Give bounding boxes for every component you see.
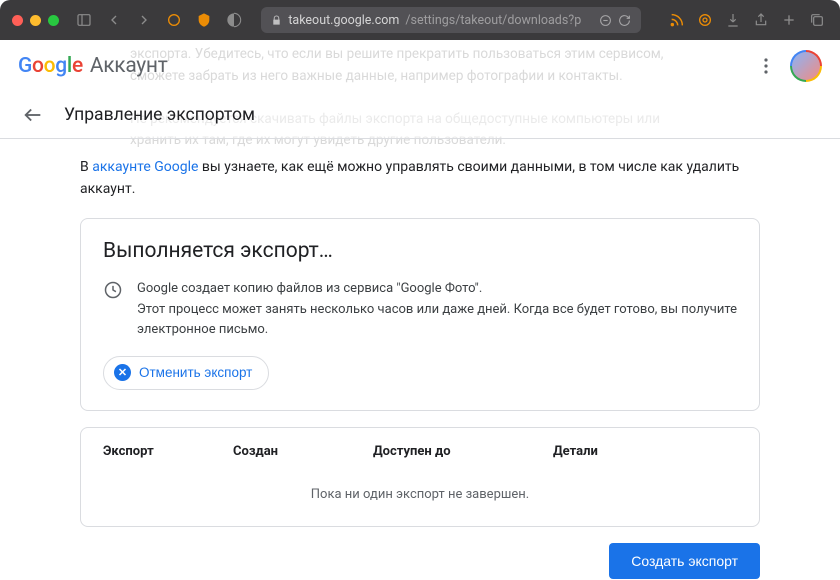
export-progress-card: Выполняется экспорт… Google создает копи… bbox=[80, 218, 760, 410]
adblock-icon[interactable] bbox=[193, 9, 215, 31]
reload-icon[interactable] bbox=[618, 14, 631, 27]
downloads-icon[interactable] bbox=[722, 9, 744, 31]
window-controls bbox=[12, 15, 59, 26]
more-options-icon[interactable] bbox=[754, 54, 778, 78]
privacy-icon[interactable] bbox=[223, 9, 245, 31]
progress-title: Выполняется экспорт… bbox=[103, 239, 737, 263]
cancel-x-icon: ✕ bbox=[114, 364, 131, 381]
lock-icon bbox=[271, 15, 282, 26]
url-path: /settings/takeout/downloads?p bbox=[405, 13, 581, 28]
intro-text: В аккаунте Google вы узнаете, как ещё мо… bbox=[80, 157, 760, 200]
maximize-window-icon[interactable] bbox=[48, 15, 59, 26]
reader-icon[interactable] bbox=[599, 14, 612, 27]
back-arrow-icon[interactable] bbox=[22, 104, 44, 126]
table-empty-text: Пока ни один экспорт не завершен. bbox=[103, 473, 737, 506]
extension-icon[interactable] bbox=[163, 9, 185, 31]
cancel-export-label: Отменить экспорт bbox=[139, 365, 252, 380]
address-bar[interactable]: takeout.google.com/settings/takeout/down… bbox=[261, 7, 641, 33]
back-icon[interactable] bbox=[103, 9, 125, 31]
sub-header: Управление экспортом bbox=[0, 90, 840, 139]
extension2-icon[interactable] bbox=[694, 9, 716, 31]
rss-icon[interactable] bbox=[666, 9, 688, 31]
create-export-button[interactable]: Создать экспорт bbox=[609, 543, 760, 579]
share-icon[interactable] bbox=[750, 9, 772, 31]
clock-icon bbox=[103, 280, 123, 300]
browser-toolbar: takeout.google.com/settings/takeout/down… bbox=[0, 0, 840, 40]
account-label: Аккаунт bbox=[90, 54, 168, 78]
google-header: Google Аккаунт bbox=[0, 40, 840, 90]
tabs-icon[interactable] bbox=[806, 9, 828, 31]
google-logo[interactable]: Google Аккаунт bbox=[18, 54, 168, 78]
exports-table: Экспорт Создан Доступен до Детали Пока н… bbox=[80, 427, 760, 527]
url-host: takeout.google.com bbox=[288, 13, 399, 28]
google-account-link[interactable]: аккаунте Google bbox=[92, 159, 198, 175]
progress-description: Google создает копию файлов из сервиса "… bbox=[137, 279, 737, 339]
col-export: Экспорт bbox=[103, 444, 233, 459]
forward-icon[interactable] bbox=[133, 9, 155, 31]
new-tab-icon[interactable] bbox=[778, 9, 800, 31]
col-details: Детали bbox=[553, 444, 737, 459]
col-created: Создан bbox=[233, 444, 373, 459]
page-title: Управление экспортом bbox=[64, 105, 255, 125]
minimize-window-icon[interactable] bbox=[30, 15, 41, 26]
table-header: Экспорт Создан Доступен до Детали bbox=[103, 444, 737, 473]
col-available: Доступен до bbox=[373, 444, 553, 459]
cancel-export-button[interactable]: ✕ Отменить экспорт bbox=[103, 356, 269, 390]
sidebar-toggle-icon[interactable] bbox=[73, 9, 95, 31]
page-body: экспорта. Убедитесь, что если вы решите … bbox=[0, 40, 840, 580]
close-window-icon[interactable] bbox=[12, 15, 23, 26]
avatar[interactable] bbox=[790, 50, 822, 82]
